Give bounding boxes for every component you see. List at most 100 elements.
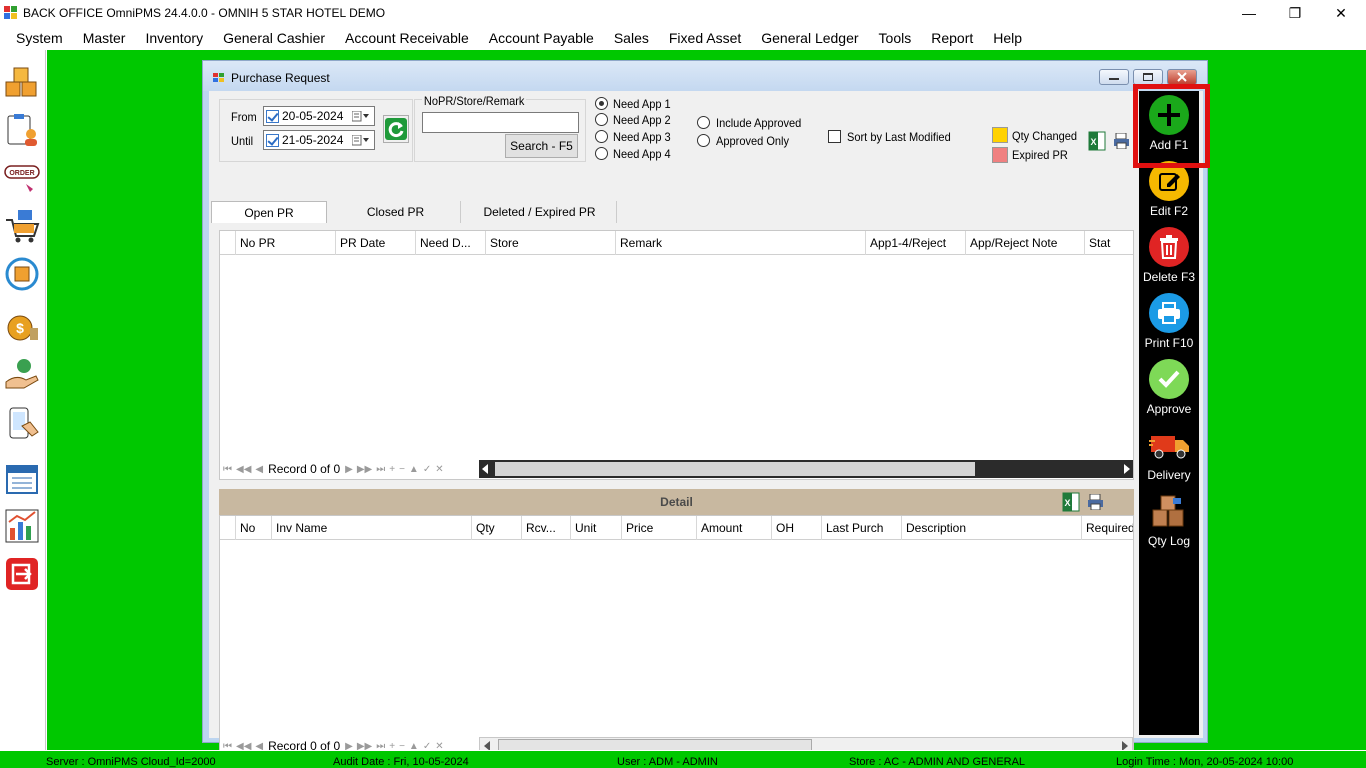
- col-app-reject-note[interactable]: App/Reject Note: [966, 231, 1085, 255]
- window-title-text: Purchase Request: [231, 71, 330, 85]
- pr-record-text: Record 0 of 0: [268, 462, 341, 476]
- menu-general-ledger[interactable]: General Ledger: [751, 26, 868, 50]
- col-unit[interactable]: Unit: [571, 516, 622, 540]
- menu-inventory[interactable]: Inventory: [135, 26, 213, 50]
- col-app-reject[interactable]: App1-4/Reject: [866, 231, 966, 255]
- print-button[interactable]: Print F10: [1139, 293, 1199, 350]
- menu-system[interactable]: System: [6, 26, 73, 50]
- money-bag-icon[interactable]: $: [4, 306, 40, 342]
- nav-cancel-icon[interactable]: ✕: [435, 464, 443, 475]
- svg-text:$: $: [16, 320, 24, 336]
- radio-need-app-1[interactable]: [595, 97, 608, 110]
- col-no-pr[interactable]: No PR: [236, 231, 336, 255]
- menu-tools[interactable]: Tools: [869, 26, 922, 50]
- sort-last-modified-checkbox[interactable]: [828, 130, 841, 143]
- menu-report[interactable]: Report: [921, 26, 983, 50]
- col-received[interactable]: Rcv...: [522, 516, 571, 540]
- until-date-picker[interactable]: 21-05-2024: [263, 130, 375, 150]
- window-maximize-button[interactable]: [1133, 69, 1163, 85]
- scroll-left-icon[interactable]: [482, 464, 488, 474]
- nav-last-icon[interactable]: ⏭: [376, 464, 385, 475]
- col-no[interactable]: No: [236, 516, 272, 540]
- col-store[interactable]: Store: [486, 231, 616, 255]
- col-oh[interactable]: OH: [772, 516, 822, 540]
- search-button[interactable]: Search - F5: [505, 134, 578, 158]
- exit-icon[interactable]: [4, 556, 40, 592]
- col-description[interactable]: Description: [902, 516, 1082, 540]
- col-inv-name[interactable]: Inv Name: [272, 516, 472, 540]
- scroll-thumb[interactable]: [495, 462, 975, 476]
- window-close-button[interactable]: [1167, 69, 1197, 85]
- calendar-list-icon[interactable]: [4, 460, 40, 496]
- menu-master[interactable]: Master: [73, 26, 136, 50]
- detail-grid[interactable]: [219, 515, 1134, 761]
- clipboard-person-icon[interactable]: [4, 112, 40, 148]
- refresh-box-icon[interactable]: [4, 256, 40, 292]
- order-icon[interactable]: ORDER: [4, 162, 40, 198]
- approve-button[interactable]: Approve: [1139, 359, 1199, 416]
- refresh-button[interactable]: [383, 115, 409, 143]
- tab-open-pr[interactable]: Open PR: [211, 201, 327, 223]
- pr-grid[interactable]: [219, 230, 1134, 480]
- nav-first-icon[interactable]: ⏮: [223, 464, 232, 475]
- nav-prev-icon[interactable]: ◀: [255, 464, 263, 475]
- col-remark[interactable]: Remark: [616, 231, 866, 255]
- detail-export-excel-icon[interactable]: X: [1061, 492, 1081, 515]
- menu-account-payable[interactable]: Account Payable: [479, 26, 604, 50]
- edit-button[interactable]: Edit F2: [1139, 161, 1199, 218]
- delete-button[interactable]: Delete F3: [1139, 227, 1199, 284]
- hand-money-icon[interactable]: [4, 356, 40, 392]
- col-need-date[interactable]: Need D...: [416, 231, 486, 255]
- radio-approved-only[interactable]: [697, 134, 710, 147]
- nav-prev-page-icon[interactable]: ◀◀: [236, 464, 251, 475]
- chart-icon[interactable]: [4, 508, 40, 544]
- nav-edit-icon[interactable]: ▲: [409, 464, 419, 475]
- radio-need-app-3[interactable]: [595, 130, 608, 143]
- calendar-dropdown-icon[interactable]: [352, 135, 370, 146]
- calendar-dropdown-icon[interactable]: [352, 111, 370, 122]
- col-required[interactable]: Required: [1082, 516, 1133, 540]
- nav-next-page-icon[interactable]: ▶▶: [357, 464, 372, 475]
- row-indicator-header: [220, 516, 236, 540]
- export-excel-icon[interactable]: X: [1087, 131, 1107, 154]
- radio-include-approved[interactable]: [697, 116, 710, 129]
- radio-need-app-4[interactable]: [595, 147, 608, 160]
- col-price[interactable]: Price: [622, 516, 697, 540]
- until-label: Until: [231, 134, 254, 148]
- nav-next-icon[interactable]: ▶: [345, 464, 353, 475]
- tab-closed-pr[interactable]: Closed PR: [331, 201, 461, 223]
- phone-touch-icon[interactable]: [4, 406, 40, 442]
- search-group-label: NoPR/Store/Remark: [422, 94, 527, 108]
- scroll-right-icon[interactable]: [1124, 464, 1130, 474]
- menu-account-receivable[interactable]: Account Receivable: [335, 26, 479, 50]
- pr-horizontal-scrollbar[interactable]: [479, 460, 1133, 478]
- from-date-picker[interactable]: 20-05-2024: [263, 106, 375, 126]
- menu-help[interactable]: Help: [983, 26, 1032, 50]
- nav-remove-icon[interactable]: −: [399, 464, 405, 475]
- qty-log-button[interactable]: Qty Log: [1139, 491, 1199, 548]
- print-preview-icon[interactable]: [1113, 132, 1131, 152]
- from-date-checkbox[interactable]: [266, 109, 279, 123]
- boxes-icon[interactable]: [4, 64, 40, 100]
- delivery-button[interactable]: Delivery: [1139, 425, 1199, 482]
- col-last-purch[interactable]: Last Purch: [822, 516, 902, 540]
- menu-fixed-asset[interactable]: Fixed Asset: [659, 26, 751, 50]
- col-amount[interactable]: Amount: [697, 516, 772, 540]
- menu-sales[interactable]: Sales: [604, 26, 659, 50]
- close-button[interactable]: ✕: [1318, 0, 1364, 26]
- nav-confirm-icon[interactable]: ✓: [423, 464, 431, 475]
- col-status[interactable]: Stat: [1085, 231, 1133, 255]
- until-date-checkbox[interactable]: [266, 133, 279, 147]
- menu-general-cashier[interactable]: General Cashier: [213, 26, 335, 50]
- restore-button[interactable]: ❐: [1272, 0, 1318, 26]
- window-minimize-button[interactable]: [1099, 69, 1129, 85]
- tab-deleted-expired-pr[interactable]: Deleted / Expired PR: [463, 201, 617, 223]
- col-pr-date[interactable]: PR Date: [336, 231, 416, 255]
- minimize-button[interactable]: —: [1226, 0, 1272, 26]
- radio-need-app-2[interactable]: [595, 113, 608, 126]
- col-qty[interactable]: Qty: [472, 516, 522, 540]
- nav-add-icon[interactable]: +: [389, 464, 395, 475]
- detail-print-preview-icon[interactable]: [1087, 493, 1105, 513]
- search-input[interactable]: [422, 112, 579, 133]
- cart-icon[interactable]: [4, 208, 40, 244]
